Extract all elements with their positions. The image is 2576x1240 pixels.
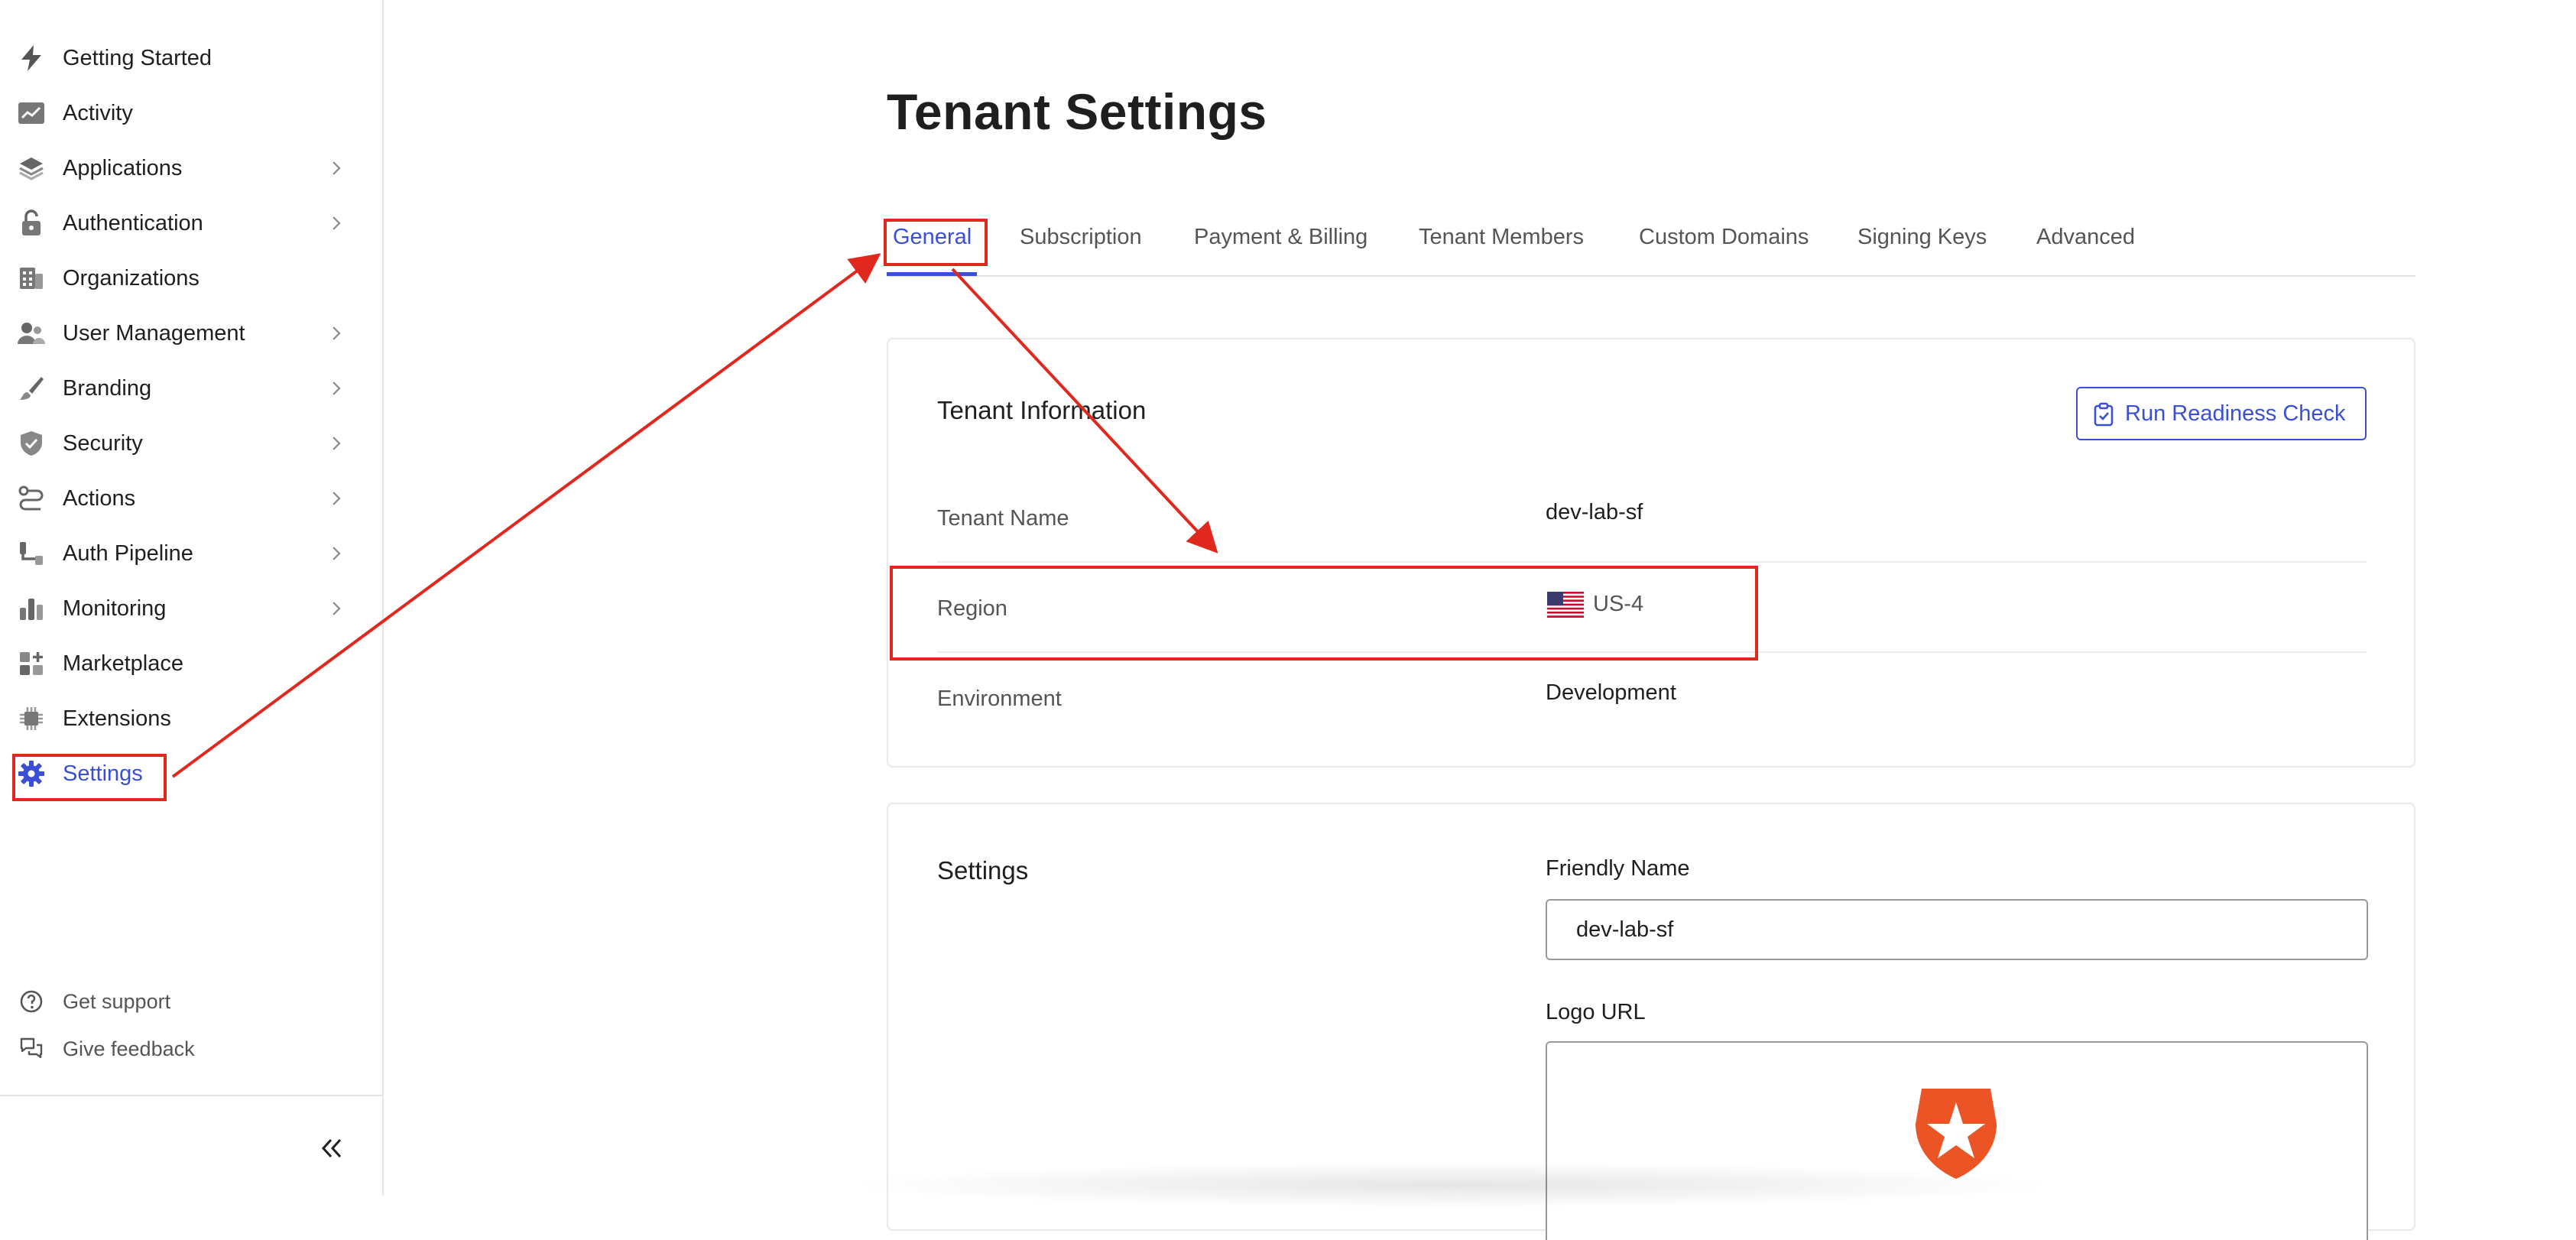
- chevron-right-icon: [327, 214, 346, 232]
- tab-payment-billing[interactable]: Payment & Billing: [1194, 225, 1367, 250]
- layers-icon: [17, 154, 46, 183]
- active-tab-indicator: [887, 272, 977, 276]
- sidebar-item-label: Branding: [63, 375, 152, 401]
- tenant-name-value: dev-lab-sf: [1546, 500, 1643, 524]
- environment-label: Environment: [937, 687, 1062, 711]
- flow-icon: [17, 484, 46, 513]
- sidebar: Getting Started Activity Applications Au…: [0, 0, 384, 1196]
- tab-signing-keys[interactable]: Signing Keys: [1857, 225, 1987, 250]
- bar-chart-icon: [17, 594, 46, 623]
- sidebar-item-label: User Management: [63, 320, 245, 346]
- run-readiness-check-label: Run Readiness Check: [2125, 401, 2346, 426]
- brush-icon: [17, 374, 46, 403]
- double-chevron-left-icon: [320, 1138, 343, 1163]
- sidebar-divider: [0, 1095, 384, 1096]
- sidebar-item-label: Auth Pipeline: [63, 540, 193, 566]
- chevron-right-icon: [327, 599, 346, 618]
- logo-url-label: Logo URL: [1546, 1000, 1646, 1024]
- sidebar-item-label: Organizations: [63, 265, 200, 291]
- sidebar-item-security[interactable]: Security: [0, 420, 359, 466]
- activity-chart-icon: [17, 99, 46, 128]
- sidebar-item-getting-started[interactable]: Getting Started: [0, 35, 359, 81]
- chevron-right-icon: [327, 324, 346, 342]
- bolt-icon: [17, 44, 46, 73]
- page-title: Tenant Settings: [887, 83, 1267, 140]
- give-feedback-label: Give feedback: [63, 1037, 195, 1060]
- sidebar-item-authentication[interactable]: Authentication: [0, 200, 359, 246]
- sidebar-item-label: Monitoring: [63, 596, 167, 621]
- chevron-right-icon: [327, 544, 346, 563]
- sidebar-item-user-management[interactable]: User Management: [0, 310, 359, 356]
- shield-check-icon: [17, 429, 46, 458]
- sidebar-item-applications[interactable]: Applications: [0, 145, 359, 191]
- tenant-information-title: Tenant Information: [937, 396, 1147, 424]
- sidebar-item-marketplace[interactable]: Marketplace: [0, 641, 359, 687]
- chip-icon: [17, 704, 46, 733]
- get-support-label: Get support: [63, 989, 171, 1013]
- chat-bubbles-icon: [17, 1034, 46, 1063]
- sidebar-item-label: Activity: [63, 100, 133, 125]
- sidebar-item-label: Actions: [63, 485, 136, 511]
- friendly-name-label: Friendly Name: [1546, 856, 1690, 881]
- settings-tabs: General Subscription Payment & Billing T…: [887, 214, 2415, 277]
- sidebar-item-actions[interactable]: Actions: [0, 476, 359, 521]
- tab-custom-domains[interactable]: Custom Domains: [1639, 225, 1809, 250]
- annotation-box-general-tab: [884, 219, 988, 266]
- sidebar-item-branding[interactable]: Branding: [0, 365, 359, 411]
- settings-title: Settings: [937, 856, 1029, 885]
- users-icon: [17, 319, 46, 348]
- annotation-box-settings: [12, 754, 167, 801]
- tab-tenant-members[interactable]: Tenant Members: [1419, 225, 1584, 250]
- sidebar-item-activity[interactable]: Activity: [0, 90, 359, 136]
- chevron-right-icon: [327, 489, 346, 508]
- tab-advanced[interactable]: Advanced: [2036, 225, 2135, 250]
- chevron-right-icon: [327, 434, 346, 453]
- grid-plus-icon: [17, 649, 46, 678]
- sidebar-item-label: Applications: [63, 155, 183, 180]
- tab-subscription[interactable]: Subscription: [1020, 225, 1142, 250]
- sidebar-item-label: Authentication: [63, 210, 203, 235]
- sidebar-item-label: Marketplace: [63, 651, 183, 676]
- give-feedback-link[interactable]: Give feedback: [0, 1032, 229, 1066]
- building-icon: [17, 264, 46, 293]
- sidebar-item-label: Security: [63, 430, 143, 456]
- logo-preview[interactable]: [1546, 1041, 2368, 1240]
- lock-icon: [17, 209, 46, 238]
- get-support-link[interactable]: Get support: [0, 985, 229, 1018]
- friendly-name-input[interactable]: [1546, 899, 2368, 960]
- sidebar-item-label: Getting Started: [63, 45, 213, 70]
- tenant-information-card: Tenant Information Run Readiness Check T…: [887, 338, 2415, 768]
- sidebar-item-monitoring[interactable]: Monitoring: [0, 586, 359, 631]
- pipeline-icon: [17, 539, 46, 568]
- run-readiness-check-button[interactable]: Run Readiness Check: [2076, 387, 2367, 440]
- chevron-right-icon: [327, 379, 346, 398]
- annotation-box-region: [890, 566, 1758, 661]
- help-circle-icon: [17, 987, 46, 1016]
- bottom-shadow: [841, 1162, 2064, 1208]
- row-divider: [937, 561, 2367, 563]
- sidebar-item-extensions[interactable]: Extensions: [0, 696, 359, 742]
- sidebar-item-label: Extensions: [63, 706, 171, 731]
- sidebar-item-organizations[interactable]: Organizations: [0, 255, 359, 301]
- collapse-sidebar-button[interactable]: [316, 1135, 347, 1165]
- environment-value: Development: [1546, 680, 1676, 705]
- sidebar-item-auth-pipeline[interactable]: Auth Pipeline: [0, 531, 359, 576]
- clipboard-check-icon: [2093, 402, 2114, 429]
- chevron-right-icon: [327, 159, 346, 177]
- tenant-name-label: Tenant Name: [937, 506, 1069, 531]
